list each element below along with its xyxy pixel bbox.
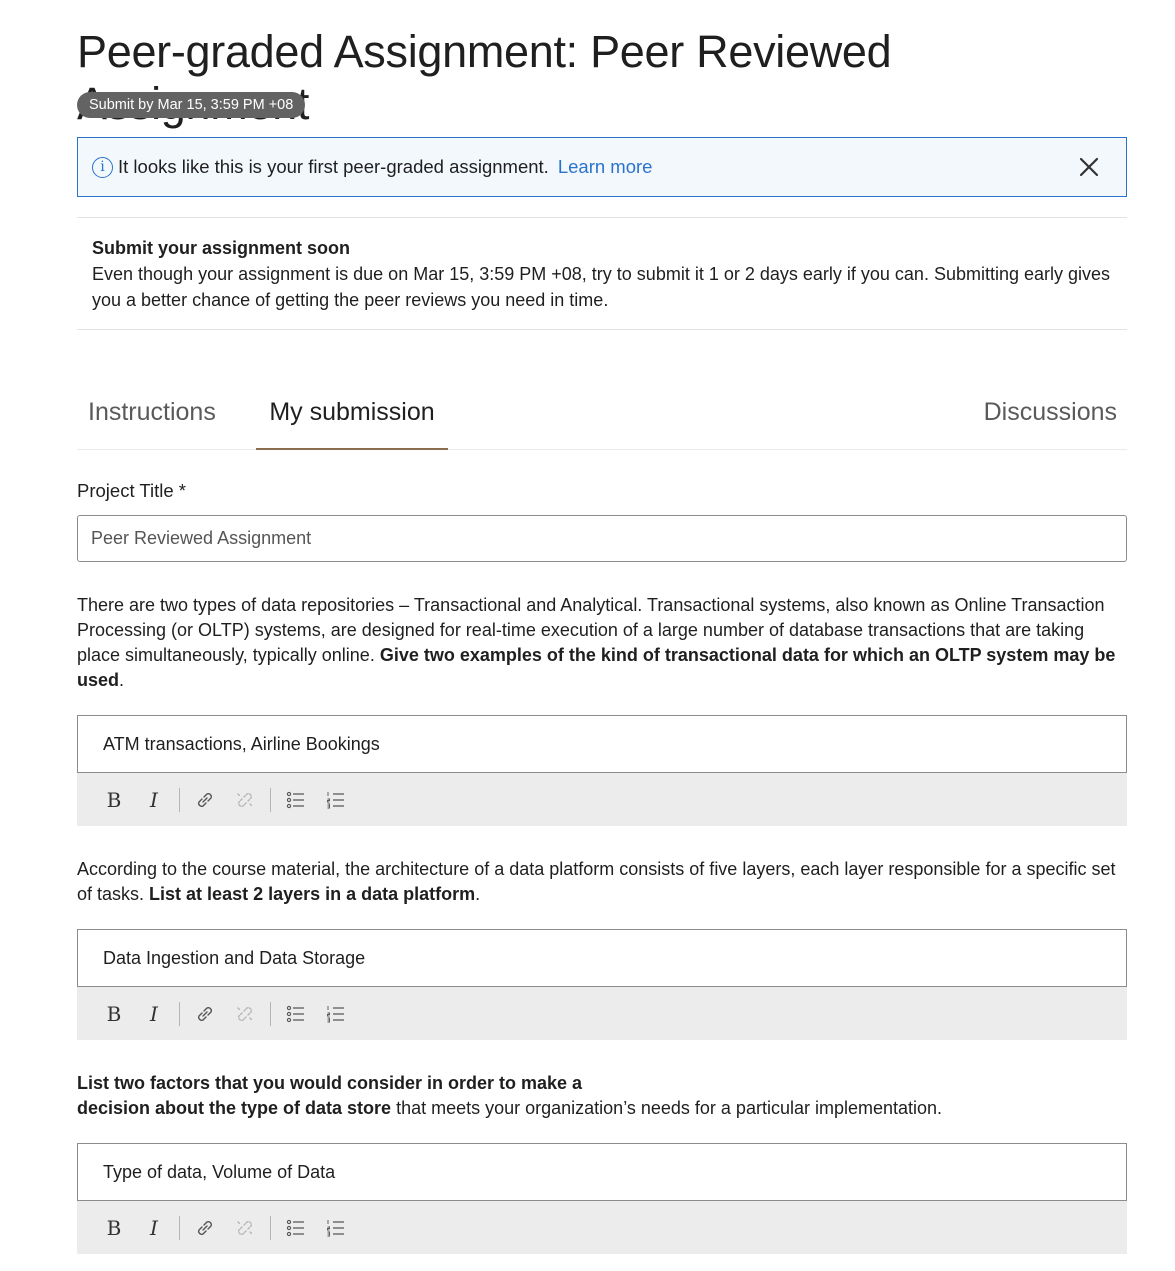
project-title-label: Project Title * [77, 480, 186, 501]
numbered-list-icon[interactable] [316, 996, 356, 1032]
question-3-bold-1: List two factors that you would consider… [77, 1073, 583, 1093]
notice-title: Submit your assignment soon [92, 238, 351, 258]
close-icon[interactable] [1078, 156, 1100, 178]
question-3-bold-2: decision about the type of data store [77, 1098, 392, 1118]
link-icon[interactable] [185, 1210, 225, 1246]
toolbar-divider [179, 787, 180, 812]
question-1: There are two types of data repositories… [77, 593, 1127, 693]
toolbar-divider [179, 1215, 180, 1240]
notice-body: Even though your assignment is due on Ma… [92, 264, 1111, 310]
answer-3-toolbar: B I [77, 1201, 1127, 1254]
answer-1-editor[interactable]: ATM transactions, Airline Bookings [77, 715, 1127, 773]
question-2: According to the course material, the ar… [77, 857, 1127, 907]
link-icon[interactable] [185, 782, 225, 818]
link-icon[interactable] [185, 996, 225, 1032]
question-1-suffix: . [119, 670, 125, 690]
tab-my-submission[interactable]: My submission [256, 398, 448, 450]
toolbar-divider [270, 1215, 271, 1240]
numbered-list-icon[interactable] [316, 1210, 356, 1246]
toolbar-divider [270, 787, 271, 812]
bulleted-list-icon[interactable] [276, 782, 316, 818]
submit-soon-notice: Submit your assignment soon Even though … [77, 217, 1127, 330]
page-title: Peer-graded Assignment: Peer Reviewed As… [77, 26, 892, 129]
answer-2-toolbar: B I [77, 987, 1127, 1040]
question-2-suffix: . [475, 884, 481, 904]
first-assignment-banner: i It looks like this is your first peer-… [77, 137, 1127, 197]
deadline-badge: Submit by Mar 15, 3:59 PM +08 [77, 92, 306, 118]
unlink-icon[interactable] [225, 1210, 265, 1246]
question-2-bold: List at least 2 layers in a data platfor… [149, 884, 476, 904]
question-3: List two factors that you would consider… [77, 1071, 1127, 1121]
learn-more-link[interactable]: Learn more [558, 156, 653, 178]
answer-2-editor[interactable]: Data Ingestion and Data Storage [77, 929, 1127, 987]
banner-text: It looks like this is your first peer-gr… [118, 156, 549, 177]
italic-icon[interactable]: I [134, 996, 174, 1032]
tab-discussions[interactable]: Discussions [984, 398, 1117, 450]
italic-icon[interactable]: I [134, 782, 174, 818]
project-title-input[interactable]: Peer Reviewed Assignment [77, 515, 1127, 562]
bold-icon[interactable]: B [94, 782, 134, 818]
bold-icon[interactable]: B [94, 996, 134, 1032]
toolbar-divider [270, 1001, 271, 1026]
unlink-icon[interactable] [225, 996, 265, 1032]
answer-3-editor[interactable]: Type of data, Volume of Data [77, 1143, 1127, 1201]
toolbar-divider [179, 1001, 180, 1026]
question-3-text: that meets your organization’s needs for… [396, 1098, 943, 1118]
answer-1-toolbar: B I [77, 773, 1127, 826]
assignment-page: Peer-graded Assignment: Peer Reviewed As… [0, 0, 1127, 1254]
tab-instructions[interactable]: Instructions [88, 398, 216, 450]
unlink-icon[interactable] [225, 782, 265, 818]
assignment-tabs: Instructions My submission Discussions [77, 388, 1127, 450]
bulleted-list-icon[interactable] [276, 1210, 316, 1246]
info-icon: i [92, 156, 113, 178]
italic-icon[interactable]: I [134, 1210, 174, 1246]
bold-icon[interactable]: B [94, 1210, 134, 1246]
numbered-list-icon[interactable] [316, 782, 356, 818]
bulleted-list-icon[interactable] [276, 996, 316, 1032]
